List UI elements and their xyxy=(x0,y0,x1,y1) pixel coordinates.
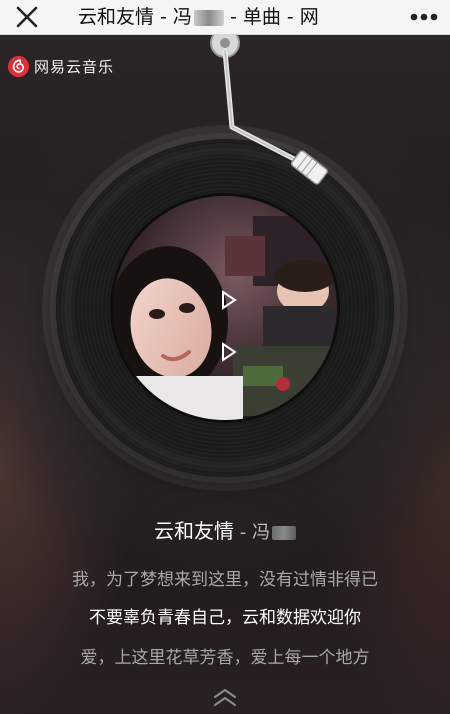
redacted-text-mask xyxy=(271,525,296,540)
redacted-text-mask xyxy=(193,9,224,26)
page-title-suffix: - 单曲 - 网 xyxy=(223,6,319,28)
lyric-line-current: 不要辜负青春自己，云和数据欢迎你 xyxy=(89,608,361,628)
lyric-line: 我，为了梦想来到这里，没有过情非得已 xyxy=(72,570,378,590)
song-artist: 冯 xyxy=(251,522,270,543)
song-title-line: 云和友情 - 冯 xyxy=(0,515,450,544)
brand-name: 网易云音乐 xyxy=(34,57,115,76)
music-player: 网易云音乐 云和友情 - 冯 我，为了梦想来到这里，没有过情非得已 不要辜负青春… xyxy=(0,35,450,714)
netease-music-logo-icon xyxy=(8,55,29,77)
tonearm-icon xyxy=(210,35,328,185)
close-icon[interactable] xyxy=(14,4,40,30)
page-title: 云和友情 - 冯 - 单曲 - 网 xyxy=(78,2,386,32)
more-icon[interactable] xyxy=(402,2,442,32)
chevron-up-double-icon[interactable] xyxy=(205,687,245,709)
lyric-line: 爱，上这里花草芳香，爱上每一个地方 xyxy=(80,648,370,668)
brand[interactable]: 网易云音乐 xyxy=(8,54,114,78)
title-separator: - xyxy=(234,522,252,543)
song-title: 云和友情 xyxy=(154,519,235,543)
top-nav-bar: 云和友情 - 冯 - 单曲 - 网 xyxy=(0,0,450,35)
page-title-main: 云和友情 - 冯 xyxy=(78,6,192,28)
